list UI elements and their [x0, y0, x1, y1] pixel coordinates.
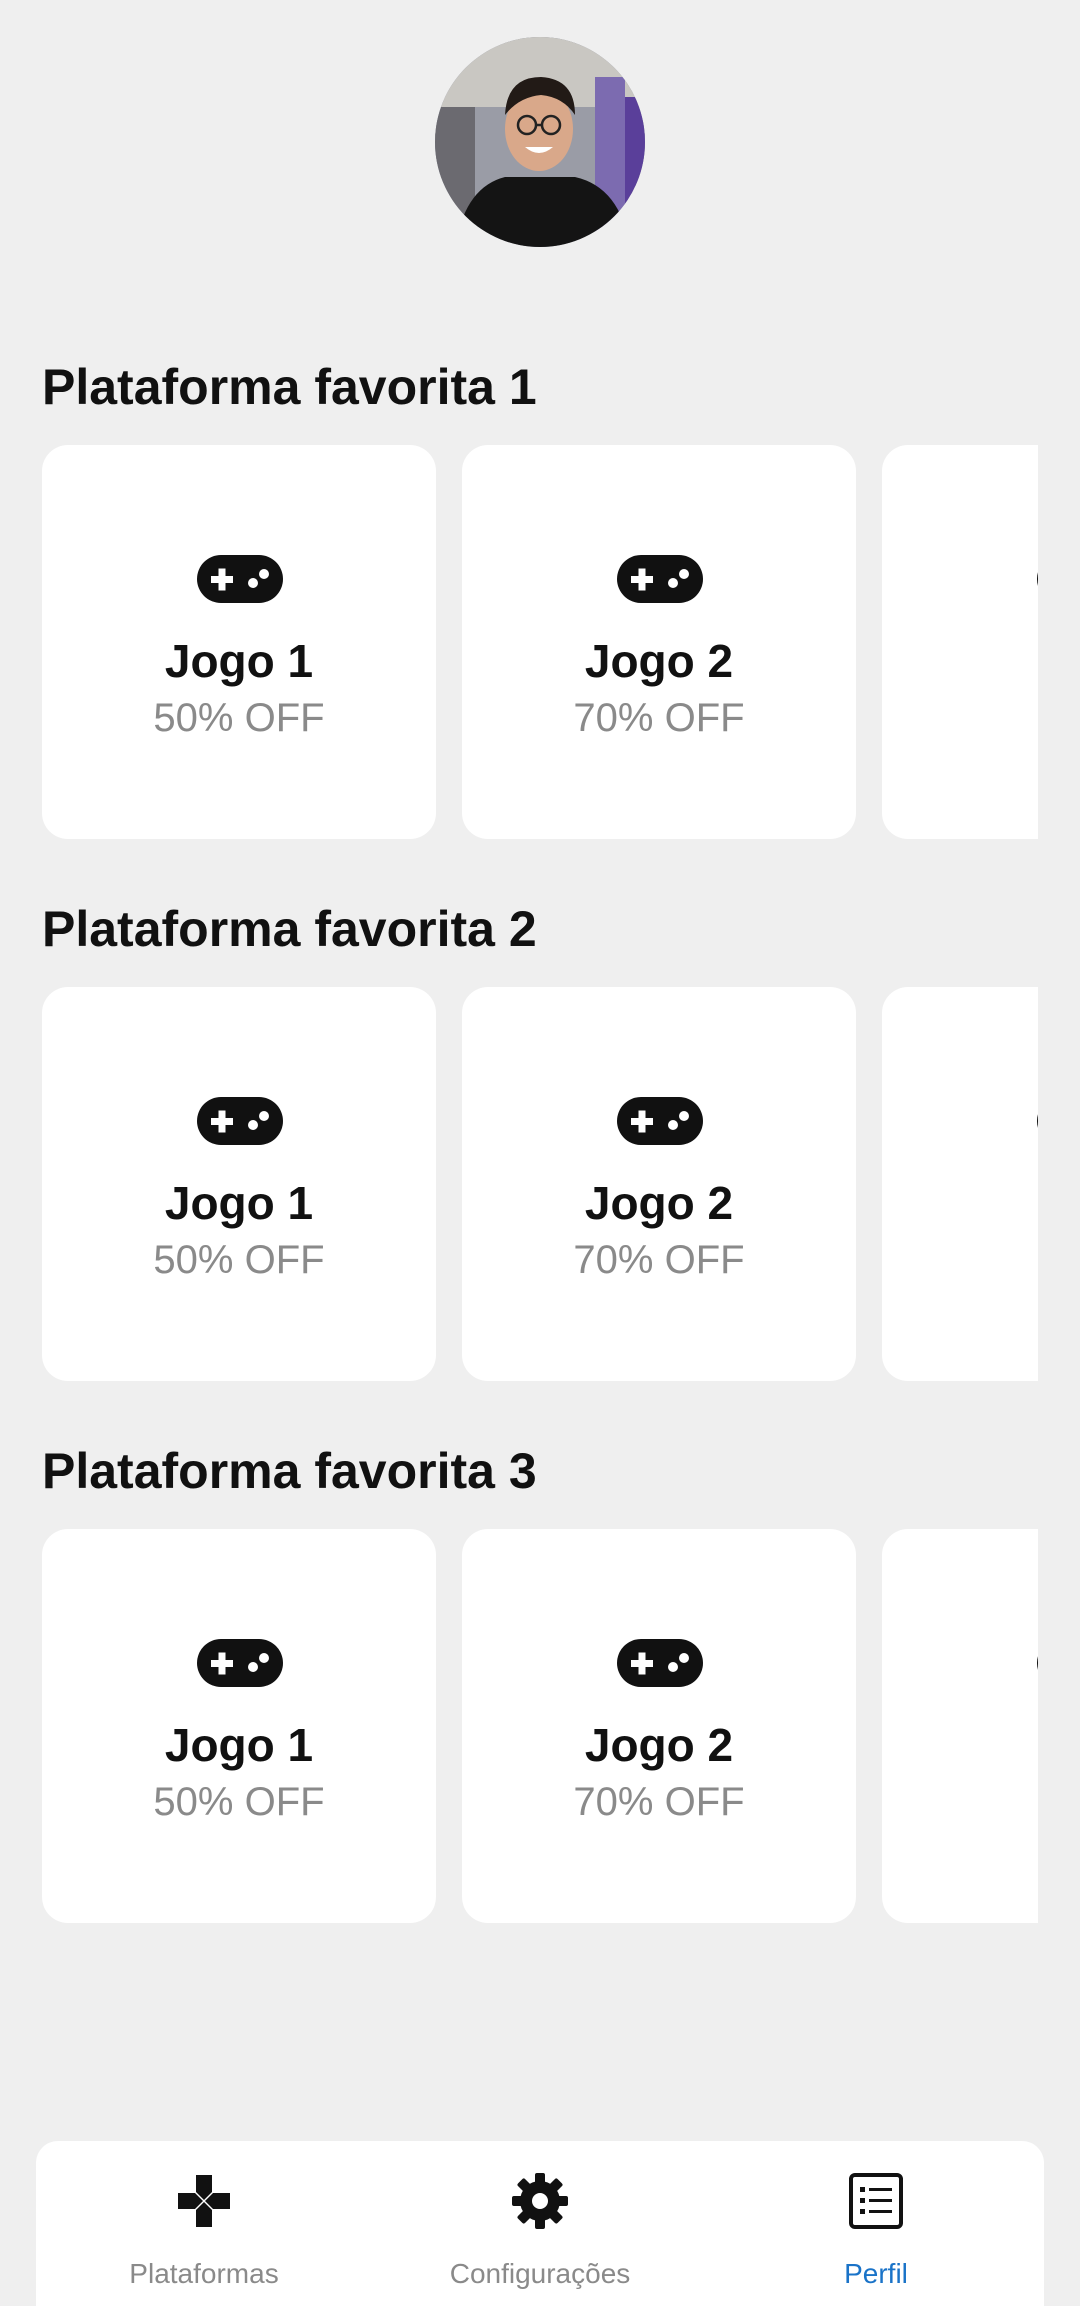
game-card[interactable]: Jogo 1 50% OFF — [42, 445, 436, 839]
game-card[interactable]: Jogo 2 70% OFF — [462, 445, 856, 839]
game-card[interactable]: Jo 30 — [882, 1529, 1038, 1923]
discount-label: 70% OFF — [573, 1780, 745, 1824]
discount-label: 70% OFF — [573, 696, 745, 740]
bottom-navigation: Plataformas Configurações Perfil — [36, 2141, 1044, 2306]
discount-label: 30 — [882, 1779, 1038, 1825]
game-name: Jo — [882, 1177, 1038, 1229]
discount-label: 50% OFF — [153, 1238, 325, 1282]
nav-item-plataformas[interactable]: Plataformas — [36, 2141, 372, 2306]
gamepad-icon — [617, 555, 703, 603]
gear-icon — [512, 2173, 568, 2229]
game-card[interactable]: Jo 30 — [882, 445, 1038, 839]
avatar[interactable] — [435, 37, 645, 247]
section-title: Plataforma favorita 1 — [42, 359, 537, 415]
gamepad-icon — [1037, 1656, 1038, 1670]
gamepad-icon — [197, 1639, 283, 1687]
discount-label: 50% OFF — [153, 696, 325, 740]
game-card[interactable]: Jogo 2 70% OFF — [462, 987, 856, 1381]
gamepad-icon — [197, 1097, 283, 1145]
game-card[interactable]: Jogo 1 50% OFF — [42, 1529, 436, 1923]
discount-label: 50% OFF — [153, 1780, 325, 1824]
gamepad-icon — [197, 555, 283, 603]
section-title: Plataforma favorita 2 — [42, 901, 537, 957]
game-name: Jogo 2 — [584, 635, 734, 687]
gamepad-icon — [1037, 1114, 1038, 1128]
game-carousel[interactable]: Jogo 1 50% OFF Jogo 2 70% OFF Jo — [42, 1529, 1038, 1923]
discount-label: 30 — [882, 1237, 1038, 1283]
nav-item-perfil[interactable]: Perfil — [708, 2141, 1044, 2306]
gamepad-icon — [617, 1097, 703, 1145]
dpad-icon — [178, 2175, 230, 2227]
nav-label: Perfil — [844, 2258, 908, 2289]
list-icon — [849, 2173, 903, 2229]
section-title: Plataforma favorita 3 — [42, 1443, 537, 1499]
game-card[interactable]: Jogo 1 50% OFF — [42, 987, 436, 1381]
discount-label: 70% OFF — [573, 1238, 745, 1282]
nav-label: Configurações — [449, 2258, 631, 2289]
game-name: Jogo 2 — [584, 1177, 734, 1229]
game-name: Jogo 2 — [584, 1719, 734, 1771]
game-name: Jo — [882, 635, 1038, 687]
gamepad-icon — [617, 1639, 703, 1687]
gamepad-icon — [1037, 572, 1038, 586]
discount-label: 30 — [882, 695, 1038, 741]
nav-item-configuracoes[interactable]: Configurações — [372, 2141, 708, 2306]
game-carousel[interactable]: Jogo 1 50% OFF Jogo 2 70% OFF Jo — [42, 445, 1038, 839]
profile-photo — [435, 37, 645, 247]
game-name: Jogo 1 — [164, 635, 314, 687]
game-carousel[interactable]: Jogo 1 50% OFF Jogo 2 70% OFF Jo — [42, 987, 1038, 1381]
nav-label: Plataformas — [129, 2258, 279, 2289]
game-card[interactable]: Jo 30 — [882, 987, 1038, 1381]
game-name: Jogo 1 — [164, 1719, 314, 1771]
game-name: Jogo 1 — [164, 1177, 314, 1229]
game-card[interactable]: Jogo 2 70% OFF — [462, 1529, 856, 1923]
game-name: Jo — [882, 1719, 1038, 1771]
